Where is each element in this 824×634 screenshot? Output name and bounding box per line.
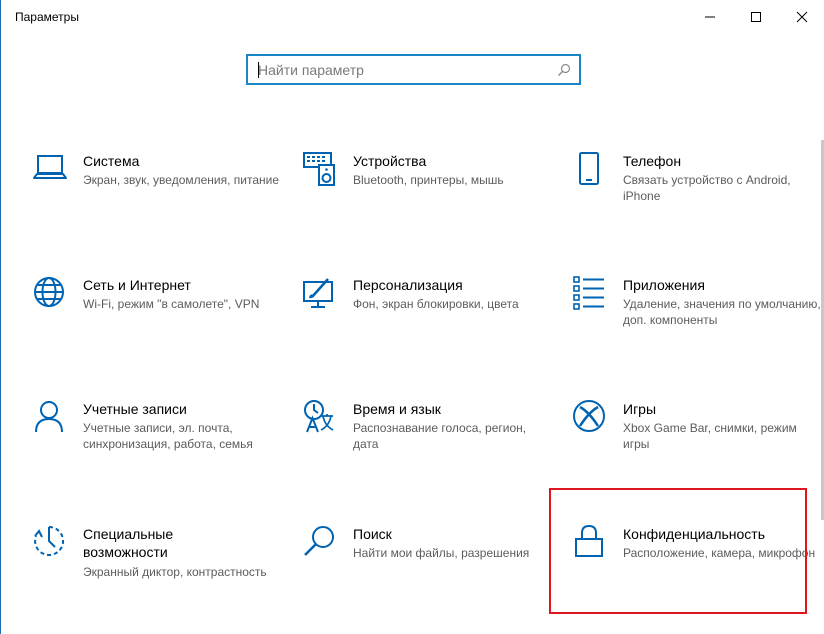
close-icon <box>796 11 808 23</box>
tile-title: Персонализация <box>353 277 463 293</box>
tile-title: Время и язык <box>353 401 441 417</box>
search-input[interactable] <box>258 61 548 79</box>
time-language-icon <box>304 400 334 433</box>
tile-gaming[interactable]: Игры Xbox Game Bar, снимки, режим игры <box>573 400 823 500</box>
laptop-icon <box>33 155 67 179</box>
tile-system[interactable]: Система Экран, звук, уведомления, питани… <box>33 152 283 252</box>
close-button[interactable] <box>779 0 824 34</box>
tile-search[interactable]: Поиск Найти мои файлы, разрешения <box>303 525 553 625</box>
tile-title: Поиск <box>353 526 392 542</box>
tile-description: Экран, звук, уведомления, питание <box>83 173 280 187</box>
highlight-frame <box>549 488 807 614</box>
xbox-icon <box>573 400 605 432</box>
tile-description: Xbox Game Bar, снимки, режим игры <box>623 421 797 451</box>
person-icon <box>35 401 63 433</box>
tile-phone[interactable]: Телефон Связать устройство с Android, iP… <box>573 152 823 252</box>
tile-description: Связать устройство с Android, iPhone <box>623 173 791 203</box>
tile-title: Телефон <box>623 153 682 169</box>
tile-accessibility[interactable]: Специальные возможности Экранный диктор,… <box>33 525 283 625</box>
tile-title: Сеть и Интернет <box>83 277 191 293</box>
search-icon[interactable] <box>557 63 571 77</box>
maximize-icon <box>751 12 761 22</box>
tile-title: Специальные возможности <box>83 526 174 560</box>
tile-title: Приложения <box>623 277 705 293</box>
tile-title: Игры <box>623 401 657 417</box>
tile-title: Учетные записи <box>83 401 187 417</box>
tile-network[interactable]: Сеть и Интернет Wi-Fi, режим "в самолете… <box>33 276 283 376</box>
settings-window: Параметры Система Экран, звук, уведомлен… <box>0 0 824 634</box>
tile-description: Bluetooth, принтеры, мышь <box>353 173 504 187</box>
tile-description: Распознавание голоса, регион, дата <box>353 421 527 451</box>
minimize-icon <box>705 16 715 18</box>
accessibility-timer-icon <box>34 525 65 556</box>
search-icon <box>304 526 334 556</box>
window-title: Параметры <box>15 10 79 24</box>
app-list-icon <box>573 276 604 310</box>
tile-accounts[interactable]: Учетные записи Учетные записи, эл. почта… <box>33 400 283 500</box>
minimize-button[interactable] <box>687 0 733 34</box>
tile-description: Wi-Fi, режим "в самолете", VPN <box>83 297 260 311</box>
title-bar[interactable]: Параметры <box>1 0 824 34</box>
tile-title: Система <box>83 153 140 169</box>
search-box[interactable] <box>246 54 581 85</box>
tile-devices[interactable]: Устройства Bluetooth, принтеры, мышь <box>303 152 553 252</box>
tile-apps[interactable]: Приложения Удаление, значения по умолчан… <box>573 276 823 376</box>
phone-icon <box>579 152 599 185</box>
tile-description: Учетные записи, эл. почта, синхронизация… <box>83 421 253 451</box>
maximize-button[interactable] <box>733 0 779 34</box>
tile-description: Экранный диктор, контрастность <box>83 565 267 579</box>
tile-description: Удаление, значения по умолчанию, доп. ко… <box>623 297 821 327</box>
tile-description: Найти мои файлы, разрешения <box>353 546 530 560</box>
tile-personalization[interactable]: Персонализация Фон, экран блокировки, цв… <box>303 276 553 376</box>
tile-title: Устройства <box>353 153 427 169</box>
paint-monitor-icon <box>303 278 333 308</box>
tile-time-language[interactable]: Время и язык Распознавание голоса, регио… <box>303 400 553 500</box>
keyboard-speaker-icon <box>303 152 335 186</box>
tile-description: Фон, экран блокировки, цвета <box>353 297 519 311</box>
globe-icon <box>34 277 64 307</box>
